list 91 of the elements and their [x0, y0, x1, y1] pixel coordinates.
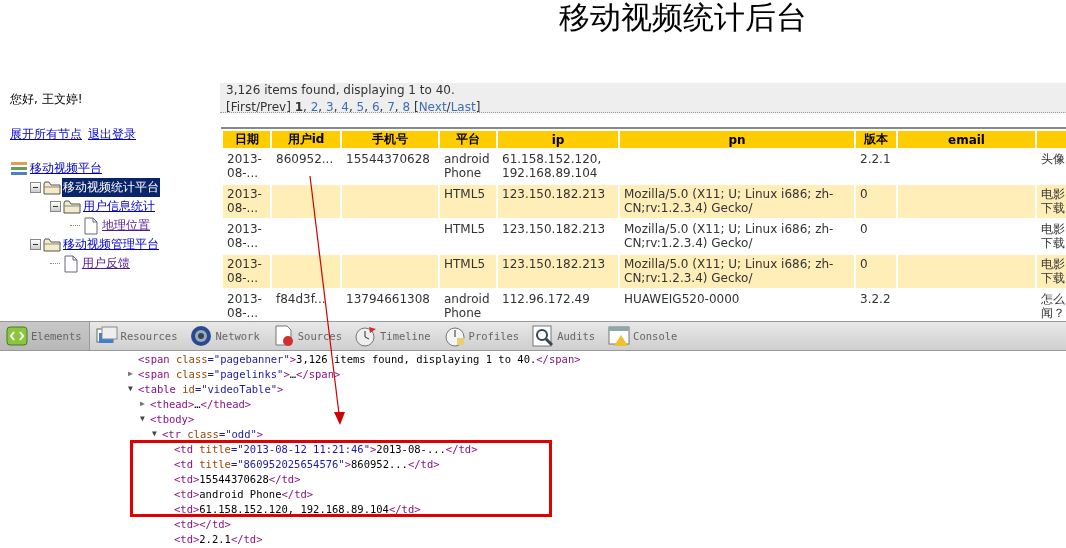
- page-link[interactable]: 3: [326, 100, 334, 112]
- code-line: <td>android Phone</td>: [174, 487, 314, 500]
- results-text: 3,126 items found, displaying 1 to 40.: [226, 84, 455, 97]
- column-header: 平台: [440, 131, 496, 148]
- separator-text: ,: [379, 100, 384, 112]
- table-cell: 123.150.182.213: [498, 185, 618, 218]
- folder-icon: [43, 235, 61, 254]
- code-line: <tbody>: [150, 412, 195, 425]
- column-header: email: [898, 131, 1035, 148]
- table-cell: HTML5: [440, 185, 496, 218]
- folder-icon: [63, 197, 81, 216]
- tree-node-link[interactable]: 移动视频管理平台: [62, 235, 160, 254]
- table-cell: HTML5: [440, 255, 496, 288]
- expanded-triangle-icon[interactable]: ▼: [128, 384, 138, 393]
- separator-text: ,: [318, 100, 323, 112]
- tree-root-icon: [10, 159, 28, 178]
- column-header: 用户id: [272, 131, 340, 148]
- collapsed-triangle-icon[interactable]: ▶: [140, 399, 150, 408]
- page-link[interactable]: 7: [387, 100, 395, 112]
- code-line: <td>15544370628</td>: [174, 472, 301, 485]
- devtools-tab[interactable]: Profiles: [437, 322, 527, 350]
- table-cell: 123.150.182.213: [498, 255, 618, 288]
- devtools-tab[interactable]: Timeline: [349, 322, 438, 350]
- code-line: <td>2.2.1</td>: [174, 532, 263, 545]
- collapse-toggle[interactable]: [30, 182, 41, 193]
- tree-node-link[interactable]: 用户信息统计: [82, 197, 156, 216]
- stopwatch-icon: [355, 325, 377, 347]
- devtools-tab[interactable]: Network: [184, 322, 267, 350]
- slash-text: /: [446, 100, 451, 112]
- separator-text: ,: [394, 100, 399, 112]
- table-cell: 电影下载: [1037, 185, 1066, 218]
- last-link[interactable]: Last: [450, 100, 476, 112]
- terminal-icon: [608, 325, 631, 347]
- code-brackets-icon: [6, 325, 28, 347]
- devtools-tab[interactable]: Console: [602, 322, 685, 350]
- table-cell: 2013-08-...: [223, 255, 270, 288]
- document-icon: [272, 325, 295, 347]
- code-line: <td title="860952025654576">860952...</td>: [174, 457, 440, 470]
- column-header: 版本: [856, 131, 896, 148]
- column-header: pn: [620, 131, 854, 148]
- column-header: ip: [498, 131, 618, 148]
- page-link[interactable]: 5: [356, 100, 365, 112]
- page-icon: [82, 216, 100, 235]
- magnifier-icon: [532, 325, 555, 347]
- action-link[interactable]: 展开所有节点: [10, 126, 82, 143]
- action-link[interactable]: 退出登录: [88, 126, 136, 143]
- code-line: <td title="2013-08-12 11:21:46">2013-08-...</td>: [174, 442, 478, 455]
- tree-node-link[interactable]: 用户反馈: [81, 254, 131, 273]
- expanded-triangle-icon[interactable]: ▼: [152, 429, 162, 438]
- tree-node-link[interactable]: 移动视频平台: [29, 159, 103, 178]
- table-cell: 电影下载: [1037, 255, 1066, 288]
- code-line: <thead>…</thead>: [150, 397, 252, 410]
- bracket-text: [: [413, 100, 419, 112]
- tree-node-link[interactable]: 地理位置: [101, 216, 151, 235]
- code-line: <td></td>: [174, 517, 231, 530]
- page-title: 移动视频统计后台: [559, 0, 807, 37]
- folder-icon: [43, 178, 61, 197]
- code-line: <td>61.158.152.120, 192.168.89.104</td>: [174, 502, 421, 515]
- expanded-triangle-icon[interactable]: ▼: [140, 414, 150, 423]
- separator-text: ,: [333, 100, 338, 112]
- column-header: 日期: [223, 131, 270, 148]
- separator-text: ,: [303, 100, 307, 112]
- code-line: <table id="videoTable">: [138, 382, 284, 395]
- table-cell: 0: [856, 185, 896, 218]
- collapsed-triangle-icon[interactable]: ▶: [128, 369, 138, 378]
- table-cell: 2013-08-...: [223, 185, 270, 218]
- code-line: <tr class="odd">: [162, 427, 264, 440]
- pagination-text: [First/Prev]: [226, 100, 291, 112]
- page-link[interactable]: 8: [402, 100, 411, 112]
- separator-text: ,: [348, 100, 353, 112]
- header-cell-background: [1037, 131, 1066, 148]
- collapse-toggle[interactable]: [30, 239, 41, 250]
- page-icon: [62, 254, 80, 273]
- code-line: <span class="pagebanner">3,126 items found, displaying 1 to 40.</span>: [138, 352, 581, 365]
- table-cell: Mozilla/5.0 (X11; U; Linux i686; zh-CN;rv:1.2.3.4) Gecko/: [620, 255, 854, 288]
- collapse-toggle[interactable]: [50, 201, 61, 212]
- page-link[interactable]: 4: [341, 100, 349, 112]
- clock-icon: [443, 325, 466, 347]
- devtools-tab[interactable]: Resources: [89, 322, 185, 350]
- devtools-tab[interactable]: Audits: [526, 322, 603, 350]
- devtools-tab[interactable]: Elements: [0, 322, 90, 350]
- table-cell: Mozilla/5.0 (X11; U; Linux i686; zh-CN;rv:1.2.3.4) Gecko/: [620, 185, 854, 218]
- next-link[interactable]: Next: [418, 100, 447, 112]
- page-link[interactable]: 6: [371, 100, 380, 112]
- tree-node-link[interactable]: 移动视频统计平台: [62, 178, 160, 197]
- separator-text: ,: [364, 100, 369, 112]
- column-header: 手机号: [342, 131, 438, 148]
- table-cell: 0: [856, 255, 896, 288]
- globe-icon: [190, 325, 213, 347]
- bracket-text: ]: [475, 100, 481, 112]
- greeting-text: 您好, 王文婷!: [10, 91, 83, 108]
